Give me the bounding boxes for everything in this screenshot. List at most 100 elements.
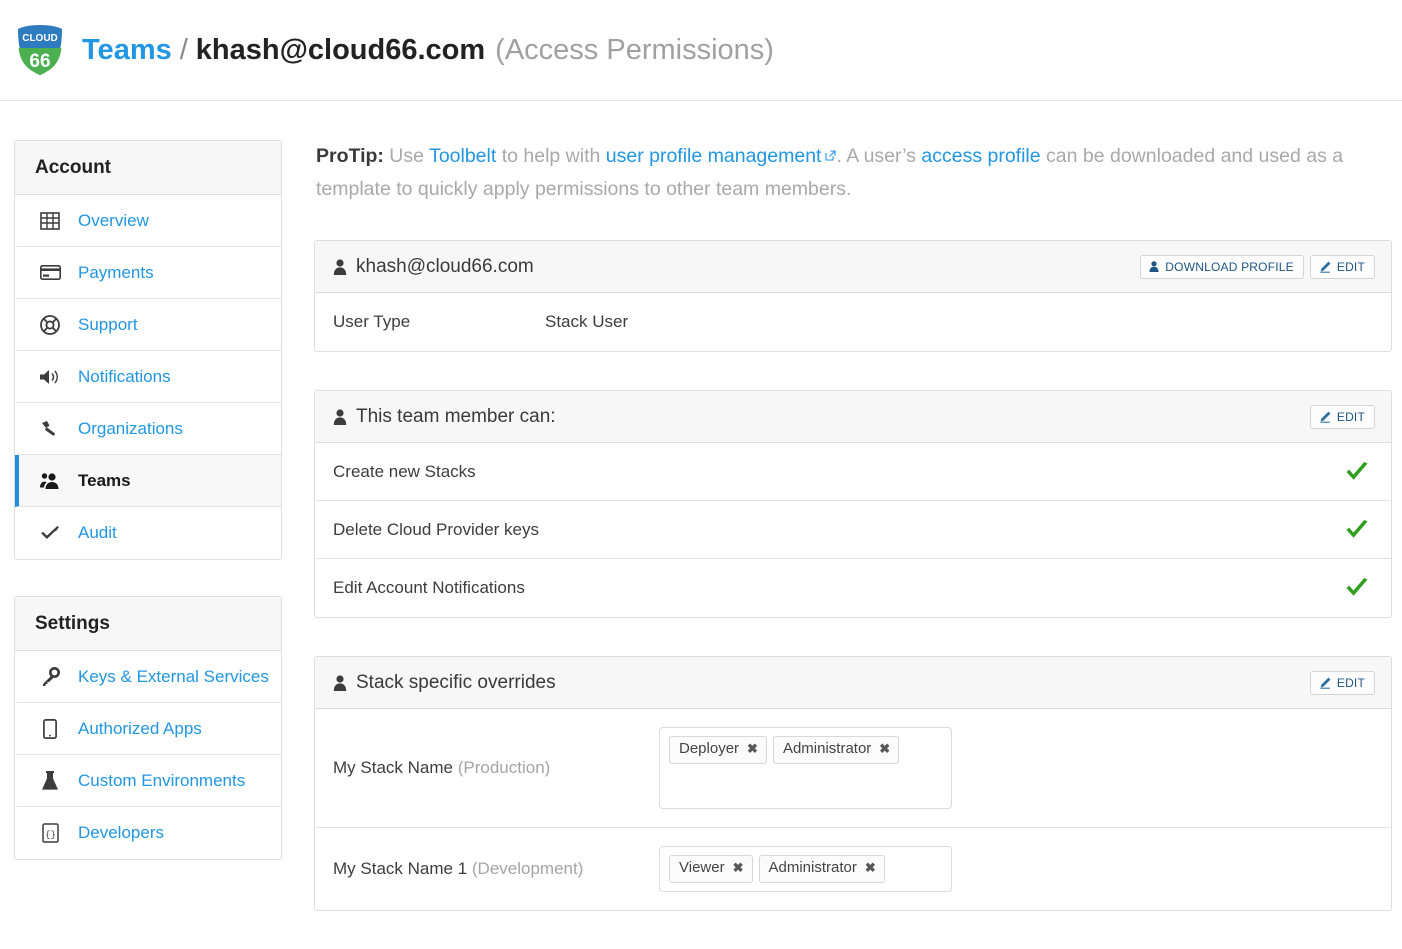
table-icon	[39, 210, 61, 232]
table-row: Edit Account Notifications	[315, 559, 1391, 617]
tablet-icon	[39, 718, 61, 740]
edit-user-button-label: EDIT	[1336, 259, 1365, 274]
sidebar-item-label: Support	[78, 314, 138, 334]
access-profile-link[interactable]: access profile	[921, 145, 1040, 167]
sidebar-item-overview[interactable]: Overview	[15, 195, 281, 247]
remove-tag-icon[interactable]: ✖	[865, 860, 876, 875]
protip-text-2: to help with	[496, 145, 606, 167]
external-link-icon	[825, 150, 837, 161]
credit-card-icon	[39, 262, 61, 284]
user-panel: khash@cloud66.com DOWNLOAD PROFILE EDIT	[314, 240, 1392, 352]
sidebar-item-label: Audit	[78, 523, 117, 542]
user-panel-header: khash@cloud66.com DOWNLOAD PROFILE EDIT	[315, 241, 1391, 293]
remove-tag-icon[interactable]: ✖	[879, 741, 890, 756]
role-tags-container[interactable]: Viewer ✖ Administrator ✖	[659, 846, 952, 892]
stack-overrides-panel-title-text: Stack specific overrides	[356, 671, 556, 693]
cloud66-logo[interactable]: CLOUD 66	[16, 24, 64, 76]
user-panel-title-text: khash@cloud66.com	[356, 255, 534, 277]
svg-text:66: 66	[29, 51, 50, 72]
sidebar-item-payments[interactable]: Payments	[15, 247, 281, 299]
check-icon	[39, 522, 61, 544]
sidebar-account-title: Account	[15, 141, 281, 195]
stack-overrides-panel-actions: EDIT	[1309, 670, 1375, 695]
permissions-panel-title-text: This team member can:	[356, 405, 556, 427]
life-ring-icon	[39, 314, 61, 336]
edit-user-button[interactable]: EDIT	[1309, 254, 1375, 279]
sidebar-item-label: Overview	[78, 210, 149, 230]
sidebar-item-authorized-apps[interactable]: Authorized Apps	[15, 703, 281, 755]
sidebar-item-notifications[interactable]: Notifications	[15, 351, 281, 403]
sidebar-item-label: Developers	[78, 823, 164, 842]
protip-text: ProTip: Use Toolbelt to help with user p…	[316, 140, 1381, 206]
breadcrumb-teams-link[interactable]: Teams	[82, 35, 172, 65]
sidebar-item-organizations[interactable]: Organizations	[15, 403, 281, 455]
remove-tag-icon[interactable]: ✖	[733, 860, 744, 875]
role-tag[interactable]: Deployer ✖	[669, 736, 767, 764]
permissions-panel-title: This team member can:	[333, 406, 556, 428]
sidebar-item-support[interactable]: Support	[15, 299, 281, 351]
sidebar-item-label: Organizations	[78, 418, 183, 438]
breadcrumb-current-user: khash@cloud66.com	[195, 33, 486, 66]
role-tag[interactable]: Administrator ✖	[758, 855, 885, 883]
download-profile-button-label: DOWNLOAD PROFILE	[1165, 259, 1294, 274]
breadcrumb-separator: /	[179, 33, 188, 66]
stack-environment: (Production)	[457, 758, 551, 777]
table-row: Delete Cloud Provider keys	[315, 501, 1391, 559]
table-row: My Stack Name 1 (Development) Viewer ✖ A…	[315, 828, 1391, 910]
sidebar-settings-panel: Settings Keys & External Services Author…	[14, 596, 282, 860]
role-tag[interactable]: Viewer ✖	[669, 855, 753, 883]
sidebar-item-custom-environments[interactable]: Custom Environments	[15, 755, 281, 807]
remove-tag-icon[interactable]: ✖	[747, 741, 758, 756]
main-content: ProTip: Use Toolbelt to help with user p…	[314, 140, 1392, 949]
user-profile-management-link[interactable]: user profile management	[606, 145, 822, 167]
sidebar-settings-title: Settings	[15, 597, 281, 651]
stack-name: My Stack Name 1 (Development)	[333, 859, 659, 879]
svg-text:CLOUD: CLOUD	[22, 33, 58, 44]
role-tags-container[interactable]: Deployer ✖ Administrator ✖	[659, 727, 952, 809]
role-tag-label: Deployer	[679, 740, 740, 757]
user-icon	[333, 258, 347, 275]
svg-text:{}: {}	[45, 830, 56, 840]
pencil-icon	[1319, 411, 1331, 423]
pencil-icon	[1319, 261, 1331, 273]
sidebar-item-developers[interactable]: {} Developers	[15, 807, 281, 859]
stack-name: My Stack Name (Production)	[333, 758, 659, 778]
page-body: Account Overview Payments Support Notifi…	[0, 101, 1402, 949]
protip-label: ProTip:	[316, 145, 384, 167]
toolbelt-link[interactable]: Toolbelt	[429, 145, 496, 167]
sidebar-item-label: Notifications	[78, 366, 171, 386]
sidebar-item-label: Keys & External Services	[78, 666, 269, 686]
check-icon	[1345, 576, 1369, 600]
hammer-icon	[39, 418, 61, 440]
edit-permissions-button[interactable]: EDIT	[1309, 404, 1375, 429]
download-profile-button[interactable]: DOWNLOAD PROFILE	[1140, 254, 1304, 279]
role-tag[interactable]: Administrator ✖	[772, 736, 900, 764]
breadcrumb-subtitle: (Access Permissions)	[495, 33, 774, 66]
check-icon	[1345, 460, 1369, 484]
role-tag-label: Administrator	[768, 859, 857, 876]
sidebar-item-teams[interactable]: Teams	[15, 455, 281, 507]
sidebar-item-keys-external-services[interactable]: Keys & External Services	[15, 651, 281, 703]
check-icon	[1345, 518, 1369, 542]
edit-stack-overrides-button-label: EDIT	[1336, 675, 1365, 690]
sidebar-item-audit[interactable]: Audit	[15, 507, 281, 559]
user-panel-actions: DOWNLOAD PROFILE EDIT	[1140, 254, 1375, 279]
sidebar-item-label: Custom Environments	[78, 770, 246, 790]
sidebar-item-label: Teams	[78, 470, 131, 490]
pencil-icon	[1319, 677, 1331, 689]
permission-label: Create new Stacks	[333, 461, 476, 481]
permissions-panel: This team member can: EDIT Create new St…	[314, 390, 1392, 618]
edit-stack-overrides-button[interactable]: EDIT	[1309, 670, 1375, 695]
user-type-value: Stack User	[545, 312, 629, 331]
role-tag-label: Viewer	[679, 859, 725, 876]
sidebar-account-panel: Account Overview Payments Support Notifi…	[14, 140, 282, 560]
protip-text-1: Use	[383, 145, 430, 167]
permission-label: Delete Cloud Provider keys	[333, 519, 539, 539]
user-icon	[333, 408, 347, 425]
breadcrumb: Teams / khash@cloud66.com (Access Permis…	[82, 33, 774, 66]
table-row: My Stack Name (Production) Deployer ✖ Ad…	[315, 709, 1391, 828]
user-type-label: User Type	[333, 312, 411, 331]
stack-overrides-panel-header: Stack specific overrides EDIT	[315, 657, 1391, 709]
permissions-panel-actions: EDIT	[1309, 404, 1375, 429]
stack-overrides-panel: Stack specific overrides EDIT My Stack N…	[314, 656, 1392, 911]
